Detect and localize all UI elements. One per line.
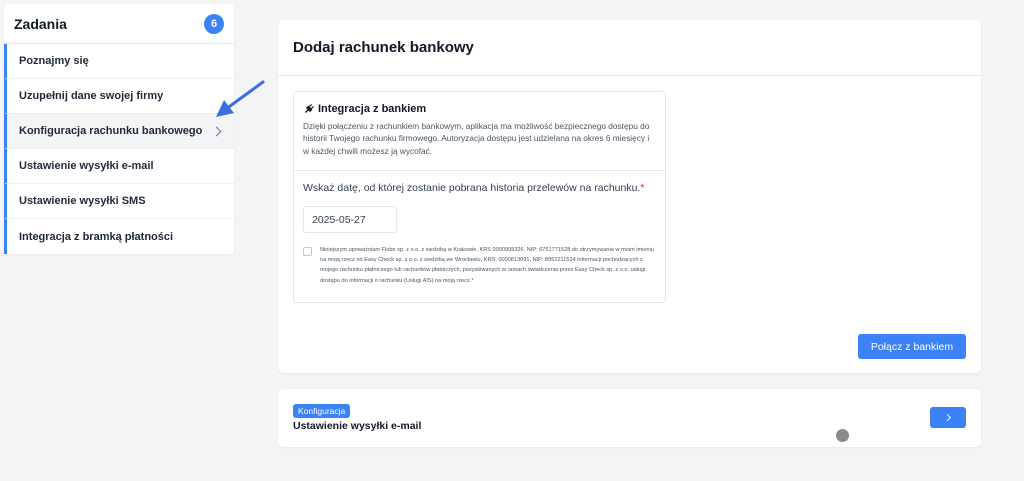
date-question-text: Wskaż datę, od której zostanie pobrana h… — [303, 182, 641, 194]
connect-bank-button[interactable]: Połącz z bankiem — [858, 334, 966, 359]
sidebar-item-label: Poznajmy się — [19, 55, 89, 67]
configuration-badge: Konfiguracja — [293, 404, 351, 418]
next-step-button[interactable] — [930, 407, 966, 428]
tasks-count-badge: 6 — [204, 13, 224, 34]
sidebar-item-label: Konfiguracja rachunku bankowego — [19, 125, 203, 137]
panel-description: Dzięki połączeniu z rachunkiem bankowym,… — [303, 121, 650, 156]
consent-text-body: Niniejszym upoważniam Flobo sp. z o.o. z… — [320, 247, 654, 284]
panel-body: Wskaż datę, od której zostanie pobrana h… — [294, 171, 665, 286]
sidebar-title: Zadania — [14, 15, 67, 32]
sidebar-item-label: Integracja z bramką płatności — [19, 230, 174, 243]
chevron-right-icon — [943, 413, 951, 422]
sidebar-item-sms[interactable]: Ustawienie wysyłki SMS — [4, 184, 234, 219]
sidebar-item-email[interactable]: Ustawienie wysyłki e-mail — [4, 149, 234, 184]
consent-required-mark: * — [471, 277, 474, 284]
history-start-date-input[interactable] — [303, 206, 397, 233]
sidebar-item-label: Uzupełnij dane swojej firmy — [19, 90, 164, 102]
required-mark: * — [640, 182, 645, 194]
bank-integration-panel: Integracja z bankiem Dzięki połączeniu z… — [293, 91, 666, 303]
panel-intro: Integracja z bankiem Dzięki połączeniu z… — [294, 92, 665, 171]
sidebar-item-payment-gateway[interactable]: Integracja z bramką płatności — [4, 219, 234, 254]
sidebar-item-bank-account[interactable]: Konfiguracja rachunku bankowego — [4, 114, 234, 149]
panel-heading: Integracja z bankiem — [303, 103, 656, 115]
chevron-right-icon — [211, 126, 222, 136]
consent-row: Niniejszym upoważniam Flobo sp. z o.o. z… — [303, 245, 656, 286]
add-bank-account-card: Dodaj rachunek bankowy Integracja z bank… — [278, 20, 981, 373]
sidebar-item-company-data[interactable]: Uzupełnij dane swojej firmy — [4, 79, 234, 114]
consent-checkbox[interactable] — [303, 247, 312, 256]
sidebar-header: Zadania 6 — [4, 4, 234, 44]
page-title: Dodaj rachunek bankowy — [293, 39, 474, 56]
sidebar-item-label: Ustawienie wysyłki e-mail — [19, 160, 154, 172]
panel-heading-text: Integracja z bankiem — [318, 103, 427, 115]
next-step-title: Ustawienie wysyłki e-mail — [293, 420, 422, 432]
cursor-indicator — [836, 429, 849, 442]
sidebar-item-label: Ustawienie wysyłki SMS — [19, 195, 146, 207]
next-step-card: Konfiguracja Ustawienie wysyłki e-mail — [278, 389, 981, 447]
consent-text: Niniejszym upoważniam Flobo sp. z o.o. z… — [320, 245, 656, 286]
date-question-label: Wskaż datę, od której zostanie pobrana h… — [303, 182, 656, 194]
plug-icon — [304, 104, 314, 114]
card-header: Dodaj rachunek bankowy — [278, 20, 981, 76]
annotation-arrow-icon — [216, 80, 265, 117]
sidebar-item-poznajmy-sie[interactable]: Poznajmy się — [4, 44, 234, 79]
tasks-sidebar: Zadania 6 Poznajmy się Uzupełnij dane sw… — [4, 4, 234, 254]
